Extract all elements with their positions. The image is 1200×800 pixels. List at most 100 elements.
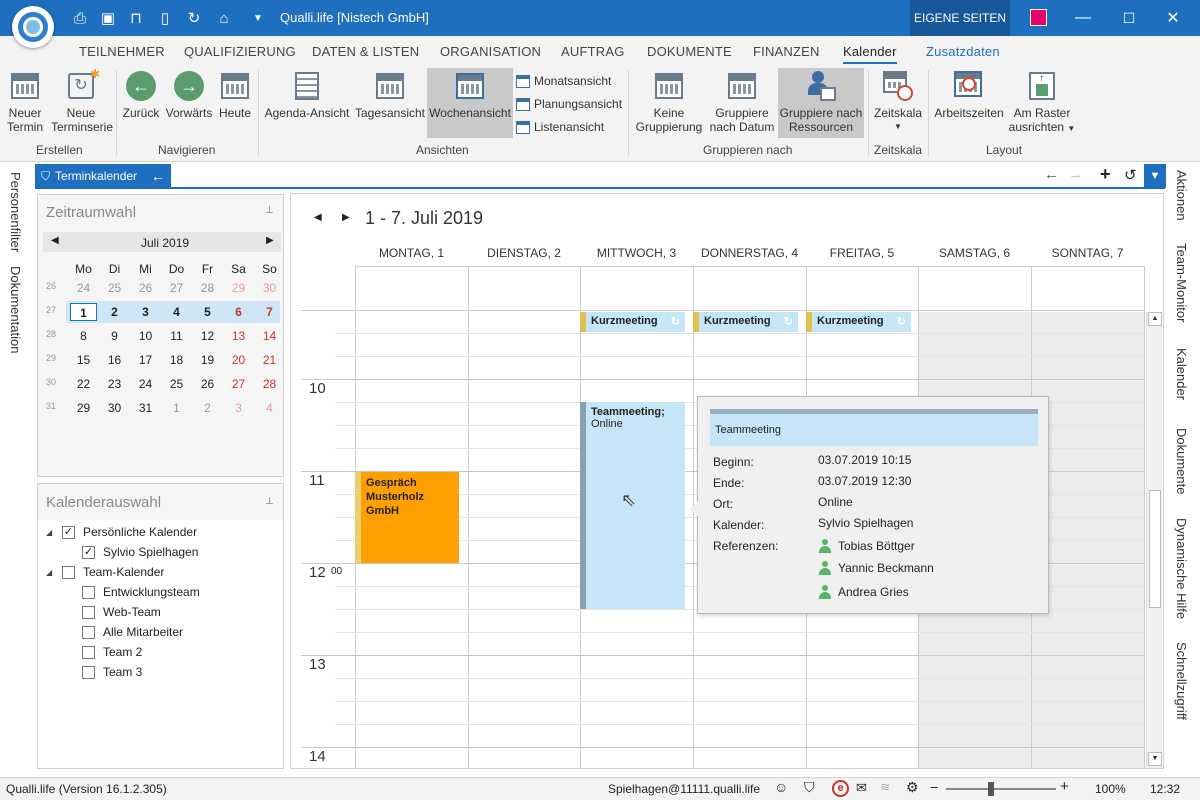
mini-calendar-day[interactable]: 27 <box>161 279 192 297</box>
mini-calendar-day[interactable]: 7 <box>254 303 285 321</box>
team-monitor-sidebar-tab[interactable]: Team-Monitor <box>1174 243 1189 322</box>
arbeitszeiten-button[interactable]: Arbeitszeiten <box>932 70 1006 120</box>
mini-calendar-day[interactable]: 22 <box>68 375 99 393</box>
gruppiere-datum-button[interactable]: Gruppiere nach Datum <box>707 70 777 134</box>
tab-organisation[interactable]: ORGANISATION <box>440 44 541 59</box>
wochenansicht-button[interactable]: Wochenansicht <box>427 68 513 138</box>
eigene-seiten-button[interactable]: EIGENE SEITEN <box>910 0 1010 36</box>
tab-dokumente[interactable]: DOKUMENTE <box>647 44 732 59</box>
am-raster-ausrichten-button[interactable]: ↑ Am Raster ausrichten ▼ <box>1008 70 1076 136</box>
quick-access-dropdown-icon[interactable]: ▼ <box>248 8 268 28</box>
mini-calendar-day[interactable]: 23 <box>99 375 130 393</box>
mini-calendar-day[interactable]: 12 <box>192 327 223 345</box>
zoom-out-icon[interactable]: − <box>930 779 938 795</box>
mini-calendar-day[interactable]: 10 <box>130 327 161 345</box>
planungsansicht-button[interactable]: Planungsansicht <box>516 97 622 111</box>
zoom-slider[interactable] <box>946 788 1056 790</box>
lock-icon[interactable]: ⊓ <box>126 8 146 28</box>
calendar-tree-item[interactable]: Web-Team <box>66 604 161 620</box>
agenda-ansicht-button[interactable]: Agenda-Ansicht <box>262 70 352 120</box>
day-header[interactable]: MITTWOCH, 3 <box>580 246 693 260</box>
day-header[interactable]: DONNERSTAG, 4 <box>693 246 806 260</box>
appointment-kurzmeeting[interactable]: Kurzmeeting ↻ <box>806 312 911 332</box>
day-header[interactable]: MONTAG, 1 <box>355 246 468 260</box>
mini-calendar-day[interactable]: 11 <box>161 327 192 345</box>
user-icon[interactable]: ☺ <box>774 779 788 795</box>
mini-calendar-day[interactable]: 3 <box>223 399 254 417</box>
personenfilter-sidebar-tab[interactable]: Personenfilter <box>8 172 23 252</box>
terminkalender-tab[interactable]: ⛉ Terminkalender ← <box>35 164 171 188</box>
checkbox[interactable]: ✓ <box>82 545 95 559</box>
checkbox[interactable] <box>82 665 95 679</box>
scroll-thumb[interactable] <box>1149 490 1161 608</box>
checkbox[interactable] <box>82 585 95 599</box>
reload-icon[interactable]: ↺ <box>1124 166 1137 184</box>
maximize-icon[interactable]: ☐ <box>1106 0 1152 36</box>
vorwaerts-button[interactable]: → Vorwärts <box>164 70 214 120</box>
calendar-tree-item[interactable]: Alle Mitarbeiter <box>66 624 183 640</box>
tab-teilnehmer[interactable]: TEILNEHMER <box>79 44 165 59</box>
neuer-termin-button[interactable]: Neuer Termin <box>4 70 46 134</box>
dokumente-sidebar-tab[interactable]: Dokumente <box>1174 428 1189 494</box>
calendar-tree-item[interactable]: Team 2 <box>66 644 142 660</box>
zurueck-button[interactable]: ← Zurück <box>122 70 160 120</box>
dynamische-hilfe-sidebar-tab[interactable]: Dynamische Hilfe <box>1174 518 1189 619</box>
nav-back-icon[interactable]: ← <box>1044 166 1059 183</box>
tab-daten-listen[interactable]: DATEN & LISTEN <box>312 44 419 59</box>
scroll-up-icon[interactable]: ▲ <box>1148 312 1162 326</box>
mini-calendar-day[interactable]: 4 <box>254 399 285 417</box>
mini-calendar-day[interactable]: 1 <box>161 399 192 417</box>
monatsansicht-button[interactable]: Monatsansicht <box>516 74 611 88</box>
mini-calendar-day[interactable]: 30 <box>99 399 130 417</box>
mini-calendar-day[interactable]: 28 <box>254 375 285 393</box>
mini-calendar-day[interactable]: 9 <box>99 327 130 345</box>
calendar-tree-item[interactable]: Entwicklungsteam <box>66 584 200 600</box>
calendar-tree-item[interactable]: ◢ ✓ Persönliche Kalender <box>46 524 197 540</box>
home-icon[interactable]: ⌂ <box>214 8 234 28</box>
mini-calendar-day[interactable]: 21 <box>254 351 285 369</box>
mini-calendar-day[interactable]: 14 <box>254 327 285 345</box>
checkbox[interactable]: ✓ <box>62 525 75 539</box>
mini-calendar-day[interactable]: 25 <box>161 375 192 393</box>
neue-terminserie-button[interactable]: ↻ ✱ Neue Terminserie <box>48 67 114 134</box>
day-header[interactable]: SONNTAG, 7 <box>1031 246 1144 260</box>
day-header[interactable]: DIENSTAG, 2 <box>468 246 580 260</box>
tagesansicht-button[interactable]: Tagesansicht <box>354 70 426 120</box>
back-arrow-icon[interactable]: ← <box>151 168 165 184</box>
tab-auftrag[interactable]: AUFTRAG <box>561 44 625 59</box>
listenansicht-button[interactable]: Listenansicht <box>516 120 604 134</box>
gruppiere-ressourcen-button[interactable]: Gruppiere nach Ressourcen <box>778 68 864 138</box>
mini-calendar-day[interactable]: 29 <box>223 279 254 297</box>
appointment-gespraech[interactable]: Gespräch Musterholz GmbH <box>355 472 459 563</box>
mini-calendar-day[interactable]: 16 <box>99 351 130 369</box>
e-icon[interactable]: e <box>832 780 849 797</box>
mini-calendar-day[interactable]: 4 <box>161 303 192 321</box>
tab-finanzen[interactable]: FINANZEN <box>753 44 820 59</box>
prev-month-icon[interactable]: ◀ <box>51 235 59 246</box>
tab-qualifizierung[interactable]: QUALIFIZIERUNG <box>184 44 296 59</box>
heute-button[interactable]: Heute <box>217 70 253 120</box>
pin-icon[interactable]: ⊥ <box>265 205 274 216</box>
minimize-icon[interactable]: — <box>1060 0 1106 36</box>
mini-calendar-day[interactable]: 8 <box>68 327 99 345</box>
mini-calendar-day[interactable]: 24 <box>68 279 99 297</box>
mini-calendar-day[interactable]: 15 <box>68 351 99 369</box>
mobile-icon[interactable]: ▯ <box>155 8 175 28</box>
zoom-slider-thumb[interactable] <box>988 782 994 796</box>
zeitskala-button[interactable]: Zeitskala ▼ <box>872 70 924 134</box>
keine-gruppierung-button[interactable]: Keine Gruppierung <box>633 70 705 134</box>
save-icon[interactable]: ▣ <box>98 8 118 28</box>
mini-calendar-day[interactable]: 5 <box>192 303 223 321</box>
print-icon[interactable]: ⎙ <box>70 8 90 28</box>
checkbox[interactable] <box>82 645 95 659</box>
calendar-tree-item[interactable]: ✓ Sylvio Spielhagen <box>66 544 198 560</box>
color-swatch[interactable] <box>1030 9 1047 26</box>
appointment-kurzmeeting[interactable]: Kurzmeeting ↻ <box>693 312 798 332</box>
mini-calendar-day[interactable]: 3 <box>130 303 161 321</box>
app-logo[interactable] <box>12 6 54 48</box>
mini-calendar-day[interactable]: 27 <box>223 375 254 393</box>
schnellzugriff-sidebar-tab[interactable]: Schnellzugriff <box>1174 642 1189 720</box>
nav-forward-icon[interactable]: → <box>1068 166 1083 183</box>
mini-calendar-day[interactable]: 6 <box>223 303 254 321</box>
mini-calendar-day[interactable]: 13 <box>223 327 254 345</box>
